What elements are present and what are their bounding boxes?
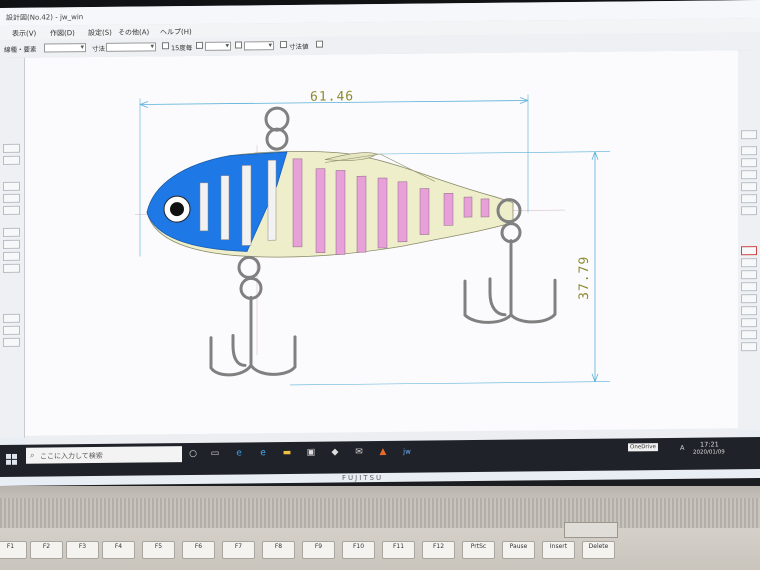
ime-indicator[interactable]: A: [680, 444, 684, 452]
point-checkbox[interactable]: [196, 41, 203, 49]
key[interactable]: F6: [182, 541, 215, 559]
mail-icon[interactable]: ✉: [352, 445, 366, 459]
layer-button[interactable]: [741, 258, 757, 268]
dimension-width-label: 61.46: [310, 89, 354, 104]
task-view-icon[interactable]: ▭: [208, 447, 222, 461]
tool-button[interactable]: [3, 143, 20, 153]
menu-settings[interactable]: 設定(S): [88, 28, 112, 38]
tool-button[interactable]: [3, 155, 20, 165]
onedrive-notification[interactable]: OneDrive: [628, 443, 658, 452]
dimension-checkbox-label: 寸法値: [289, 42, 309, 51]
store-icon[interactable]: ▣: [304, 446, 318, 460]
point-select[interactable]: [205, 41, 231, 51]
taskbar-search[interactable]: ⌕ ここに入力して検索: [26, 446, 182, 464]
key[interactable]: F3: [66, 541, 99, 559]
tool-button[interactable]: [741, 182, 757, 192]
line-select[interactable]: [244, 41, 274, 51]
key[interactable]: Pause: [502, 541, 535, 559]
file-explorer-icon[interactable]: ▬: [280, 446, 294, 460]
layer-button[interactable]: [741, 282, 757, 292]
right-toolbox: [737, 50, 760, 431]
mode-select[interactable]: [106, 42, 156, 52]
clock-time[interactable]: 17:21: [700, 440, 719, 448]
tool-button[interactable]: [3, 227, 20, 237]
tool-button[interactable]: [741, 206, 757, 216]
cortana-icon[interactable]: ○: [186, 447, 200, 461]
layer-button[interactable]: [741, 330, 757, 340]
key[interactable]: Delete: [582, 541, 615, 559]
ie-icon[interactable]: e: [256, 446, 270, 460]
window-title: 設計図(No.42) - jw_win: [6, 13, 84, 22]
key[interactable]: F8: [262, 541, 295, 559]
tool-button[interactable]: [3, 193, 20, 203]
tool-button[interactable]: [741, 130, 757, 140]
key[interactable]: F9: [302, 541, 335, 559]
layer-button[interactable]: [741, 246, 757, 256]
angle-checkbox-label: 15度毎: [171, 43, 193, 53]
notification-label: OneDrive: [630, 444, 656, 451]
key[interactable]: F1: [0, 541, 27, 559]
menu-view[interactable]: 表示(V): [12, 29, 36, 39]
key[interactable]: F7: [222, 541, 255, 559]
tool-button[interactable]: [741, 170, 757, 180]
tool-button[interactable]: [741, 146, 757, 156]
front-hook-icon: [209, 255, 297, 377]
extra-checkbox[interactable]: [316, 40, 323, 48]
taskbar: ⌕ ここに入力して検索 ○ ▭ e e ▬ ▣ ◆ ✉ ▲ jw OneDriv…: [0, 437, 760, 477]
tool-button[interactable]: [3, 313, 20, 323]
menu-other[interactable]: その他(A): [118, 27, 149, 37]
toolbar-label-mode: 寸法: [92, 44, 105, 54]
laptop-keyboard-deck: FUJITSU F1 F2 F3 F4 F5 F6 F7 F8 F9 F10 F…: [0, 474, 760, 570]
key[interactable]: F11: [382, 541, 415, 559]
key[interactable]: F12: [422, 541, 455, 559]
tool-button[interactable]: [3, 181, 20, 191]
layer-button[interactable]: [741, 306, 757, 316]
key[interactable]: F4: [102, 541, 135, 559]
lure-drawing: 61.46 37.79: [135, 89, 610, 386]
start-button[interactable]: [6, 450, 17, 465]
tool-button[interactable]: [3, 239, 20, 249]
speaker-grille: [0, 498, 760, 528]
menu-help[interactable]: ヘルプ(H): [160, 27, 192, 37]
key[interactable]: PrtSc: [462, 541, 495, 559]
tool-button[interactable]: [3, 251, 20, 261]
key[interactable]: F10: [342, 541, 375, 559]
tool-button[interactable]: [741, 158, 757, 168]
edge-icon[interactable]: e: [232, 446, 246, 460]
angle-checkbox[interactable]: [162, 42, 169, 50]
line-type-select[interactable]: [44, 43, 86, 53]
key[interactable]: F2: [30, 541, 63, 559]
power-button[interactable]: [564, 522, 618, 538]
app-icon[interactable]: ▲: [376, 445, 390, 459]
jw-cad-icon[interactable]: jw: [400, 445, 414, 459]
top-ring-icon: [264, 106, 290, 151]
search-placeholder: ここに入力して検索: [40, 451, 103, 461]
dimension-checkbox[interactable]: [280, 40, 287, 49]
drawing-canvas[interactable]: 61.46 37.79: [25, 50, 738, 438]
windows-logo-icon: [6, 453, 17, 465]
tool-button[interactable]: [741, 194, 757, 204]
dimension-height-label: 37.79: [577, 256, 592, 300]
layer-button[interactable]: [741, 342, 757, 352]
search-icon: ⌕: [30, 450, 35, 460]
layer-button[interactable]: [741, 270, 757, 280]
tool-button[interactable]: [3, 205, 20, 215]
layer-button[interactable]: [741, 318, 757, 328]
tool-button[interactable]: [3, 325, 20, 335]
clock-date[interactable]: 2020/01/09: [693, 449, 725, 455]
toolbar-label-left: 線種・要素: [4, 45, 37, 54]
line-checkbox[interactable]: [235, 41, 242, 49]
app-icon[interactable]: ◆: [328, 445, 342, 459]
screen: 設計図(No.42) - jw_win 表示(V) 作図(D) 設定(S) その…: [0, 0, 760, 486]
tool-button[interactable]: [3, 337, 20, 347]
brand-label: FUJITSU: [342, 474, 384, 482]
key[interactable]: F5: [142, 541, 175, 559]
layer-button[interactable]: [741, 294, 757, 304]
menu-draw[interactable]: 作図(D): [50, 28, 75, 38]
left-toolbox: [0, 57, 25, 438]
tool-button[interactable]: [3, 263, 20, 273]
key[interactable]: Insert: [542, 541, 575, 559]
